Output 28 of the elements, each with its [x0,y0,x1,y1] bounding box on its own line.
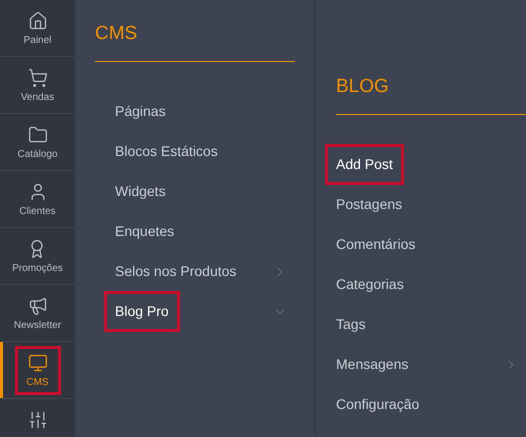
sidebar-item[interactable]: Promoções [8,232,67,280]
menu-item[interactable]: Categorias [325,264,415,305]
cart-icon [28,68,48,88]
menu-item[interactable]: Blog Pro [104,291,180,332]
sidebar-item[interactable]: Vendas [14,60,60,110]
menu-item[interactable]: Enquetes [104,211,186,252]
menu-item[interactable]: Add Post [325,144,404,185]
panel-title: BLOG [336,73,526,114]
menu-item[interactable]: Blocos Estáticos [104,131,229,172]
menu-item[interactable]: Páginas [104,91,177,132]
sidebar-item[interactable]: Newsletter [10,288,66,338]
menu-item[interactable]: Widgets [104,171,177,212]
panel-title: CMS [95,20,295,62]
menu-item[interactable]: Tags [325,304,377,345]
sidebar-item[interactable]: CMS [14,346,60,394]
sidebar-item[interactable]: Painel [14,4,60,52]
menu-item[interactable]: Mensagens [325,344,420,385]
menu-item[interactable]: Comentários [325,224,426,265]
sidebar-item[interactable]: Clientes [14,174,60,224]
menu-item[interactable]: Selos nos Produtos [104,251,248,292]
monitor-icon [28,352,48,372]
sidebar-item[interactable]: Catálogo [13,118,62,166]
house-icon [28,10,48,30]
sliders-icon [28,410,48,430]
menu-item[interactable]: Postagens [325,184,414,225]
menu-item[interactable]: Configuração [325,384,430,425]
folder-icon [28,124,48,144]
megaphone-icon [28,296,48,316]
